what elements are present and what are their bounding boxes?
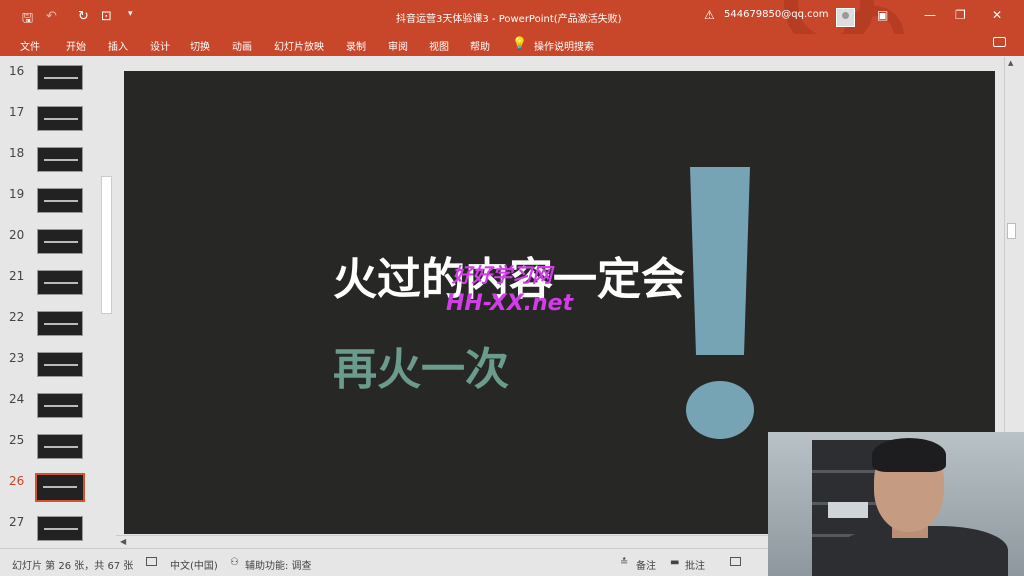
window-title: 抖音运营3天体验课3 - PowerPoint(产品激活失败) bbox=[396, 14, 622, 25]
thumbnail-image[interactable] bbox=[37, 106, 83, 131]
powerpoint-window: 🖫 ↶ ↻ ⊡ ▾ 抖音运营3天体验课3 - PowerPoint(产品激活失败… bbox=[0, 0, 1024, 576]
thumbnail-number: 21 bbox=[9, 269, 25, 283]
lightbulb-icon[interactable]: 💡 bbox=[512, 36, 527, 50]
thumbnail-item[interactable]: 23 bbox=[0, 351, 100, 391]
thumbnail-image[interactable] bbox=[37, 311, 83, 336]
thumbnail-image[interactable] bbox=[37, 188, 83, 213]
tab-home[interactable]: 开始 bbox=[66, 38, 86, 53]
thumbnail-number: 24 bbox=[9, 392, 25, 406]
comments-button[interactable]: 批注 bbox=[685, 557, 705, 572]
thumbnail-image[interactable] bbox=[37, 516, 83, 541]
thumbnail-item[interactable]: 24 bbox=[0, 392, 100, 432]
minimize-icon[interactable]: — bbox=[924, 8, 936, 22]
tab-file[interactable]: 文件 bbox=[20, 38, 40, 53]
slide-counter: 幻灯片 第 26 张，共 67 张 bbox=[12, 561, 134, 572]
thumbnail-item[interactable]: 22 bbox=[0, 310, 100, 350]
webcam-person-hair bbox=[872, 438, 946, 472]
thumbnail-number: 26 bbox=[9, 474, 25, 488]
accessibility-icon[interactable]: ⚇ bbox=[230, 557, 239, 568]
normal-view-icon[interactable] bbox=[730, 557, 741, 566]
thumbnail-item[interactable]: 17 bbox=[0, 105, 100, 145]
watermark-text: 好好学习网 bbox=[452, 263, 552, 287]
avatar[interactable] bbox=[836, 8, 855, 27]
exclamation-bar-shape[interactable] bbox=[690, 167, 750, 355]
thumbnail-number: 17 bbox=[9, 105, 25, 119]
account-email[interactable]: 544679850@qq.com bbox=[724, 9, 829, 20]
webcam-books bbox=[828, 502, 868, 518]
close-icon[interactable]: ✕ bbox=[992, 8, 1002, 22]
tab-view[interactable]: 视图 bbox=[429, 38, 449, 53]
customize-toolbar-icon[interactable]: ▾ bbox=[128, 9, 133, 19]
thumbnail-number: 22 bbox=[9, 310, 25, 324]
thumbnail-image[interactable] bbox=[37, 270, 83, 295]
spellcheck-icon[interactable] bbox=[146, 557, 157, 566]
tab-transitions[interactable]: 切换 bbox=[190, 38, 210, 53]
tab-design[interactable]: 设计 bbox=[150, 38, 170, 53]
thumbnail-item[interactable]: 25 bbox=[0, 433, 100, 473]
watermark-url: HH-XX.net bbox=[446, 291, 574, 316]
comments-status-icon[interactable]: ▬ bbox=[670, 557, 679, 568]
thumbnail-image-selected[interactable] bbox=[35, 473, 85, 502]
title-bar: 🖫 ↶ ↻ ⊡ ▾ 抖音运营3天体验课3 - PowerPoint(产品激活失败… bbox=[0, 0, 1024, 34]
thumbnail-item[interactable]: 18 bbox=[0, 146, 100, 186]
language-indicator[interactable]: 中文(中国) bbox=[170, 557, 218, 572]
comments-icon[interactable] bbox=[993, 37, 1006, 47]
redo-icon[interactable]: ↻ bbox=[78, 9, 89, 24]
thumbnail-item[interactable]: 21 bbox=[0, 269, 100, 309]
thumbnail-item[interactable]: 20 bbox=[0, 228, 100, 268]
thumbnail-scrollbar[interactable] bbox=[101, 176, 112, 314]
warning-icon: ⚠ bbox=[704, 8, 715, 22]
thumbnail-item-selected[interactable]: 26 bbox=[0, 473, 100, 514]
scroll-left-icon[interactable]: ◀ bbox=[120, 537, 126, 546]
scrollbar-thumb[interactable] bbox=[1007, 223, 1016, 239]
thumbnail-number: 19 bbox=[9, 187, 25, 201]
thumbnail-number: 23 bbox=[9, 351, 25, 365]
thumbnail-image[interactable] bbox=[37, 65, 83, 90]
thumbnail-image[interactable] bbox=[37, 393, 83, 418]
present-from-start-icon[interactable]: ⊡ bbox=[101, 9, 112, 24]
tell-me-search[interactable]: 操作说明搜索 bbox=[534, 38, 594, 53]
thumbnail-number: 25 bbox=[9, 433, 25, 447]
notes-icon[interactable]: ≛ bbox=[620, 557, 628, 568]
scroll-up-icon[interactable]: ▲ bbox=[1008, 59, 1013, 67]
notes-button[interactable]: 备注 bbox=[636, 557, 656, 572]
thumbnail-number: 27 bbox=[9, 515, 25, 529]
tab-slideshow[interactable]: 幻灯片放映 bbox=[274, 38, 324, 53]
thumbnail-image[interactable] bbox=[37, 147, 83, 172]
exclamation-dot-shape[interactable] bbox=[686, 381, 754, 439]
tab-help[interactable]: 帮助 bbox=[470, 38, 490, 53]
thumbnail-image[interactable] bbox=[37, 434, 83, 459]
tab-insert[interactable]: 插入 bbox=[108, 38, 128, 53]
tab-review[interactable]: 审阅 bbox=[388, 38, 408, 53]
thumbnail-item[interactable]: 19 bbox=[0, 187, 100, 227]
webcam-overlay bbox=[768, 432, 1024, 576]
undo-icon[interactable]: ↶ bbox=[46, 9, 57, 24]
accessibility-status[interactable]: 辅助功能: 调查 bbox=[245, 557, 312, 572]
thumbnail-image[interactable] bbox=[37, 352, 83, 377]
save-icon[interactable]: 🖫 bbox=[22, 9, 33, 31]
ribbon-tabs: 文件 开始 插入 设计 切换 动画 幻灯片放映 录制 审阅 视图 帮助 💡 操作… bbox=[0, 34, 1024, 56]
tab-record[interactable]: 录制 bbox=[346, 38, 366, 53]
thumbnail-item[interactable]: 16 bbox=[0, 64, 100, 104]
tab-animations[interactable]: 动画 bbox=[232, 38, 252, 53]
thumbnail-number: 20 bbox=[9, 228, 25, 242]
thumbnail-number: 18 bbox=[9, 146, 25, 160]
ribbon-display-options-icon[interactable]: ▣ bbox=[877, 8, 888, 22]
slide-thumbnail-pane: 16 17 18 19 20 21 22 23 24 25 26 27 bbox=[0, 57, 116, 548]
slide-subline[interactable]: 再火一次 bbox=[333, 333, 509, 397]
restore-icon[interactable]: ❐ bbox=[955, 8, 966, 22]
thumbnail-image[interactable] bbox=[37, 229, 83, 254]
thumbnail-number: 16 bbox=[9, 64, 25, 78]
